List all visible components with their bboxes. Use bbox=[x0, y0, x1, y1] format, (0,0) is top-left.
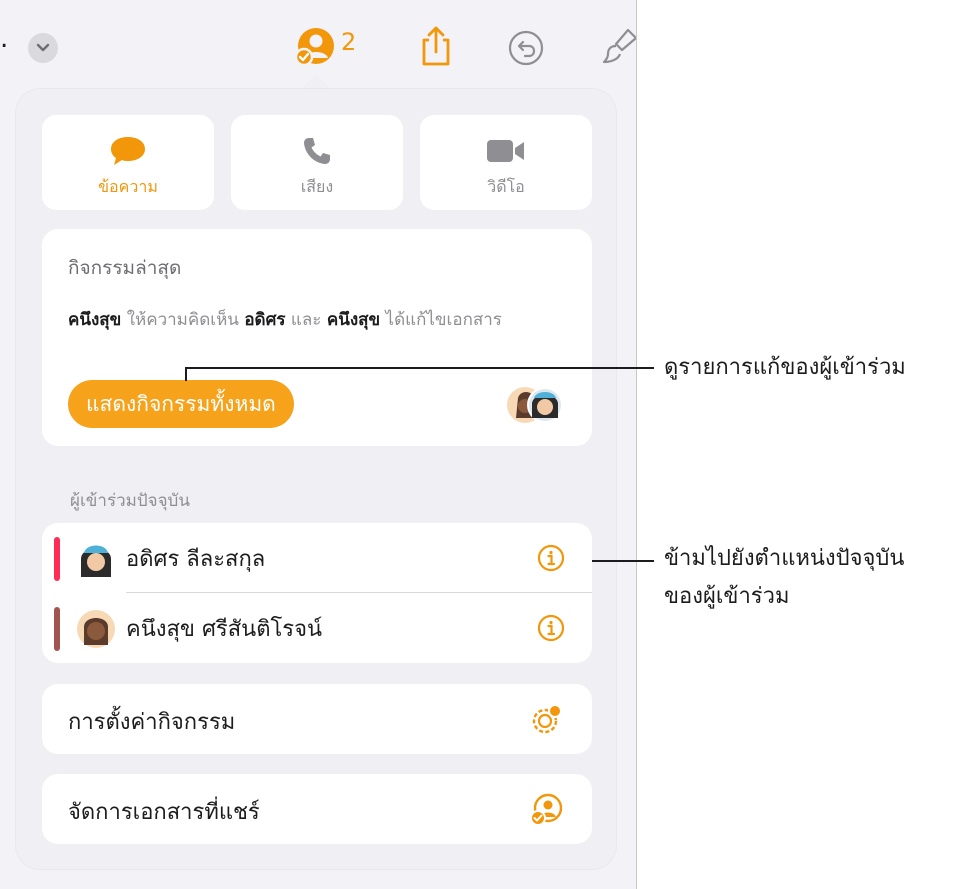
callout-leader-vertical bbox=[185, 367, 187, 381]
manage-shared-document-row[interactable]: จัดการเอกสารที่แชร์ bbox=[42, 774, 592, 844]
avatar bbox=[76, 609, 116, 649]
video-call-button[interactable]: วิดีโอ bbox=[420, 115, 592, 210]
activity-text-1: ให้ความคิดเห็น bbox=[121, 310, 245, 330]
message-bubble-icon bbox=[109, 133, 147, 169]
recent-activity-title: กิจกรรมล่าสุด bbox=[68, 257, 182, 279]
participant-color-bar bbox=[54, 537, 60, 581]
participant-row[interactable]: คนึงสุข ศรีสันติโรจน์ bbox=[42, 593, 592, 663]
info-icon[interactable] bbox=[536, 543, 566, 573]
collaborate-button[interactable] bbox=[292, 26, 338, 68]
activity-settings-icon bbox=[528, 702, 564, 738]
callout-leader-line bbox=[592, 560, 654, 562]
message-button-label: ข้อความ bbox=[98, 177, 158, 196]
undo-button[interactable] bbox=[508, 30, 544, 66]
video-camera-icon bbox=[486, 133, 526, 169]
callout-view-changes: ดูรายการแก้ของผู้เข้าร่วม bbox=[664, 355, 906, 380]
callout-jump-line2: ของผู้เข้าร่วม bbox=[664, 584, 790, 609]
format-button[interactable] bbox=[598, 24, 636, 68]
activity-avatars bbox=[506, 384, 570, 426]
collaboration-icon bbox=[294, 28, 334, 67]
participant-row[interactable]: อดิศร ลีละสกุล bbox=[42, 523, 592, 593]
show-all-activity-button[interactable]: แสดงกิจกรรมทั้งหมด bbox=[68, 380, 294, 428]
callout-jump-line1: ข้ามไปยังตำแหน่งปัจจุบัน bbox=[664, 546, 905, 571]
activity-name-2: อดิศร bbox=[244, 310, 286, 330]
activity-text-2: และ bbox=[285, 310, 327, 330]
undo-icon bbox=[508, 30, 544, 66]
activity-settings-row[interactable]: การตั้งค่ากิจกรรม bbox=[42, 684, 592, 754]
voice-call-button[interactable]: เสียง bbox=[231, 115, 403, 210]
current-participants-header: ผู้เข้าร่วมปัจจุบัน bbox=[70, 491, 190, 511]
activity-name-3: คนึงสุข bbox=[326, 310, 381, 330]
participant-color-bar bbox=[54, 607, 60, 651]
avatar bbox=[76, 539, 116, 579]
message-button[interactable]: ข้อความ bbox=[42, 115, 214, 210]
voice-call-label: เสียง bbox=[300, 177, 334, 196]
paintbrush-icon bbox=[602, 28, 636, 64]
participant-name: คนึงสุข ศรีสันติโรจน์ bbox=[126, 617, 323, 642]
video-call-label: วิดีโอ bbox=[487, 177, 525, 196]
app-screen: . 2 ข้อความ เสียง วิดีโอ กิจกรรมล่าสุด ค… bbox=[0, 0, 636, 889]
recent-activity-card: กิจกรรมล่าสุด คนึงสุข ให้ความคิดเห็น อดิ… bbox=[42, 229, 592, 446]
activity-text-3: ได้แก้ไขเอกสาร bbox=[380, 310, 502, 330]
chevron-down-icon[interactable] bbox=[28, 33, 58, 63]
toolbar-overflow-text: . bbox=[0, 24, 9, 54]
screen-edge bbox=[636, 0, 637, 889]
recent-activity-description: คนึงสุข ให้ความคิดเห็น อดิศร และ คนึงสุข… bbox=[68, 305, 538, 335]
collaborator-count: 2 bbox=[341, 28, 357, 56]
share-button[interactable] bbox=[418, 24, 454, 68]
manage-shared-label: จัดการเอกสารที่แชร์ bbox=[68, 800, 260, 825]
activity-settings-label: การตั้งค่ากิจกรรม bbox=[68, 710, 236, 735]
collaboration-icon bbox=[528, 792, 564, 828]
participant-name: อดิศร ลีละสกุล bbox=[126, 547, 266, 572]
activity-name-1: คนึงสุข bbox=[68, 310, 122, 330]
participants-card: อดิศร ลีละสกุล คนึงสุข ศรีสันติโรจน์ bbox=[42, 523, 592, 663]
phone-icon bbox=[301, 133, 333, 169]
callout-leader-line bbox=[185, 367, 654, 369]
share-icon bbox=[422, 26, 450, 66]
info-icon[interactable] bbox=[536, 613, 566, 643]
